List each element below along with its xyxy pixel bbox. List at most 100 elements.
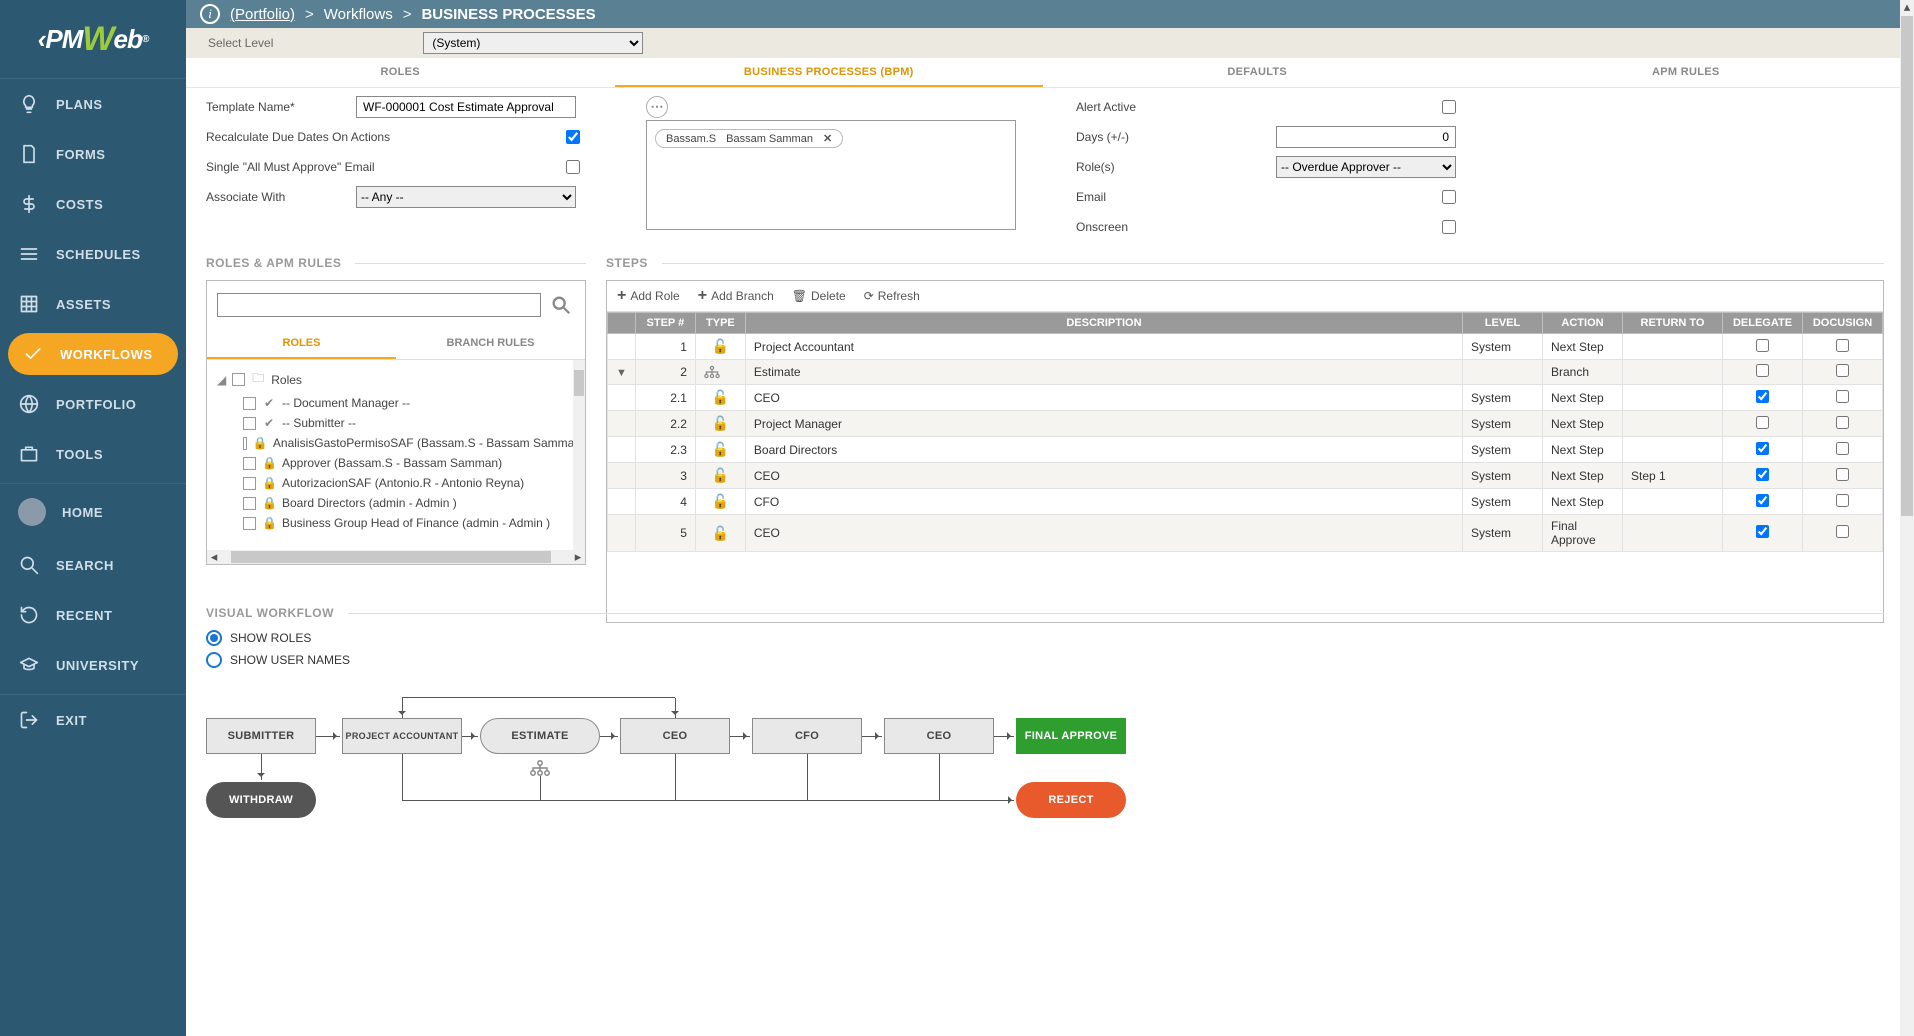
docusign-checkbox[interactable] — [1836, 525, 1849, 538]
sidebar-item-home[interactable]: HOME — [0, 484, 186, 540]
tree-item[interactable]: 🔒Board Directors (admin - Admin ) — [243, 493, 585, 513]
tree-item[interactable]: 🔒AnalisisGastoPermisoSAF (Bassam.S - Bas… — [243, 433, 585, 453]
step-row[interactable]: ▼2EstimateBranch — [608, 360, 1883, 385]
checkbox[interactable] — [243, 517, 256, 530]
show-roles-radio[interactable]: SHOW ROLES — [206, 630, 1884, 646]
delegate-checkbox[interactable] — [1756, 525, 1769, 538]
delegate-checkbox[interactable] — [1756, 468, 1769, 481]
delete-button[interactable]: 🗑Delete — [792, 289, 846, 303]
node-cfo[interactable]: CFO — [752, 718, 862, 754]
roles-search-input[interactable] — [217, 293, 541, 317]
tree-item[interactable]: 🔒Approver (Bassam.S - Bassam Samman) — [243, 453, 585, 473]
sidebar-item-tools[interactable]: TOOLS — [0, 429, 186, 479]
tab-roles[interactable]: ROLES — [186, 58, 615, 87]
subtab-roles[interactable]: ROLES — [207, 329, 396, 359]
recalc-checkbox[interactable] — [566, 130, 580, 144]
col-step-[interactable]: STEP # — [635, 313, 695, 334]
tab-business-processes-bpm-[interactable]: BUSINESS PROCESSES (BPM) — [615, 58, 1044, 87]
step-row[interactable]: 4🔓CFOSystemNext Step — [608, 489, 1883, 515]
search-icon[interactable] — [547, 291, 575, 319]
node-final-approve[interactable]: FINAL APPROVE — [1016, 718, 1126, 754]
sidebar-item-search[interactable]: SEARCH — [0, 540, 186, 590]
node-withdraw[interactable]: WITHDRAW — [206, 782, 316, 818]
delegate-checkbox[interactable] — [1756, 494, 1769, 507]
node-ceo-1[interactable]: CEO — [620, 718, 730, 754]
delegate-checkbox[interactable] — [1756, 416, 1769, 429]
step-row[interactable]: 5🔓CEOSystemFinal Approve — [608, 515, 1883, 552]
chip-remove-icon[interactable]: ✕ — [823, 132, 832, 145]
sidebar-item-workflows[interactable]: WORKFLOWS — [8, 333, 178, 375]
tree-item[interactable]: 🔒Business Group Head of Finance (admin -… — [243, 513, 585, 533]
docusign-checkbox[interactable] — [1836, 468, 1849, 481]
tree-scrollbar-v[interactable] — [573, 360, 585, 550]
step-row[interactable]: 2.1🔓CEOSystemNext Step — [608, 385, 1883, 411]
scroll-right-icon[interactable]: ▸ — [571, 550, 585, 564]
tree-item[interactable]: 🔒AutorizacionSAF (Antonio.R - Antonio Re… — [243, 473, 585, 493]
subtab-branch-rules[interactable]: BRANCH RULES — [396, 329, 585, 359]
tab-apm-rules[interactable]: APM RULES — [1472, 58, 1901, 87]
delegate-checkbox[interactable] — [1756, 339, 1769, 352]
node-project-accountant[interactable]: PROJECT ACCOUNTANT — [342, 718, 462, 754]
roles-select[interactable]: -- Overdue Approver -- — [1276, 156, 1456, 178]
level-select[interactable]: (System) — [423, 32, 643, 54]
node-estimate[interactable]: ESTIMATE — [480, 718, 600, 754]
col-return-to[interactable]: RETURN TO — [1623, 313, 1723, 334]
template-name-input[interactable] — [356, 96, 576, 118]
sidebar-item-exit[interactable]: EXIT — [0, 695, 186, 745]
checkbox[interactable] — [243, 457, 256, 470]
show-users-radio[interactable]: SHOW USER NAMES — [206, 652, 1884, 668]
node-reject[interactable]: REJECT — [1016, 782, 1126, 818]
docusign-checkbox[interactable] — [1836, 442, 1849, 455]
days-input[interactable] — [1276, 126, 1456, 148]
checkbox[interactable] — [243, 437, 247, 450]
sidebar-item-plans[interactable]: PLANS — [0, 79, 186, 129]
refresh-button[interactable]: ⟳Refresh — [864, 289, 920, 303]
roles-tree[interactable]: ◢ 🗀 Roles ✔-- Document Manager --✔-- Sub… — [207, 360, 585, 550]
node-ceo-2[interactable]: CEO — [884, 718, 994, 754]
sidebar-item-university[interactable]: UNIVERSITY — [0, 640, 186, 690]
col-level[interactable]: LEVEL — [1463, 313, 1543, 334]
sidebar-item-assets[interactable]: ASSETS — [0, 279, 186, 329]
docusign-checkbox[interactable] — [1836, 364, 1849, 377]
onscreen-checkbox[interactable] — [1442, 220, 1456, 234]
checkbox[interactable] — [243, 417, 256, 430]
add-branch-button[interactable]: +Add Branch — [698, 287, 774, 305]
associate-select[interactable]: -- Any -- — [356, 186, 576, 208]
sidebar-item-costs[interactable]: COSTS — [0, 179, 186, 229]
checkbox[interactable] — [243, 397, 256, 410]
tab-defaults[interactable]: DEFAULTS — [1043, 58, 1472, 87]
sidebar-item-recent[interactable]: RECENT — [0, 590, 186, 640]
info-icon[interactable]: i — [200, 4, 220, 24]
checkbox[interactable] — [243, 497, 256, 510]
step-row[interactable]: 2.2🔓Project ManagerSystemNext Step — [608, 411, 1883, 437]
more-options-button[interactable]: ⋯ — [646, 96, 668, 118]
docusign-checkbox[interactable] — [1836, 494, 1849, 507]
sidebar-item-schedules[interactable]: SCHEDULES — [0, 229, 186, 279]
assignee-box[interactable]: Bassam.S Bassam Samman ✕ — [646, 120, 1016, 230]
scroll-left-icon[interactable]: ◂ — [207, 550, 221, 564]
col-delegate[interactable]: DELEGATE — [1723, 313, 1803, 334]
scroll-up-icon[interactable]: ▴ — [1900, 0, 1914, 14]
delegate-checkbox[interactable] — [1756, 442, 1769, 455]
tree-item[interactable]: ✔-- Document Manager -- — [243, 393, 585, 413]
col-action[interactable]: ACTION — [1543, 313, 1623, 334]
col-docusign[interactable]: DOCUSIGN — [1803, 313, 1883, 334]
docusign-checkbox[interactable] — [1836, 416, 1849, 429]
logo[interactable]: ‹PMWeb® — [0, 0, 186, 78]
add-role-button[interactable]: +Add Role — [617, 287, 680, 305]
docusign-checkbox[interactable] — [1836, 339, 1849, 352]
breadcrumb-portfolio[interactable]: (Portfolio) — [230, 6, 295, 23]
sidebar-item-portfolio[interactable]: PORTFOLIO — [0, 379, 186, 429]
step-row[interactable]: 3🔓CEOSystemNext StepStep 1 — [608, 463, 1883, 489]
tree-item[interactable]: ✔-- Submitter -- — [243, 413, 585, 433]
delegate-checkbox[interactable] — [1756, 390, 1769, 403]
node-submitter[interactable]: SUBMITTER — [206, 718, 316, 754]
docusign-checkbox[interactable] — [1836, 390, 1849, 403]
step-row[interactable]: 2.3🔓Board DirectorsSystemNext Step — [608, 437, 1883, 463]
step-row[interactable]: 1🔓Project AccountantSystemNext Step — [608, 334, 1883, 360]
alert-active-checkbox[interactable] — [1442, 100, 1456, 114]
col-description[interactable]: DESCRIPTION — [745, 313, 1462, 334]
delegate-checkbox[interactable] — [1756, 364, 1769, 377]
checkbox[interactable] — [243, 477, 256, 490]
app-scrollbar[interactable]: ▴ — [1900, 0, 1914, 1036]
